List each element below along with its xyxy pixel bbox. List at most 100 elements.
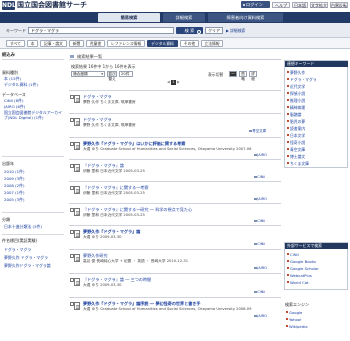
language-link[interactable]: 日本語 <box>292 2 308 8</box>
next-page-icon[interactable]: ▶ <box>177 80 180 85</box>
select-checkbox[interactable] <box>70 208 74 212</box>
engine-link-wikipedia[interactable]: Wikipedia <box>285 324 308 329</box>
search-bar: キーワード ドグラ・マグラ 検 索 クリア ▶ 詳細検索 <box>0 23 350 38</box>
facet-db-ndl-digital[interactable]: 国立国会図書館デジタルアーカイブ(NDL Digital) (1件) <box>4 110 64 120</box>
tab-accessible-search[interactable]: 障害者向け資料検索 <box>208 13 283 22</box>
result-row: 『ドグラ・マグラ』に関する一研究 ― 科学の視点で見た心 伊藤 里和 日本近代文… <box>69 203 281 225</box>
select-checkbox[interactable] <box>70 302 74 306</box>
related-keyword[interactable]: 推理小説 <box>286 98 305 104</box>
source-badge[interactable]: JAIRO <box>254 197 267 201</box>
result-meta: 高谷 優 長崎純心大学 + 紀要 ・ 英語 ・ 長崎大学 2010-12-31 <box>83 259 189 263</box>
category-articles[interactable]: 記事・論文 <box>40 40 67 47</box>
ndl-logo-icon[interactable]: NDL <box>2 1 16 10</box>
related-keyword[interactable]: 怪奇小説 <box>286 140 305 146</box>
result-row: 夢野久作研究 高谷 優 長崎純心大学 + 紀要 ・ 英語 ・ 長崎大学 2010… <box>69 249 281 273</box>
results-header: 検索結果一覧 <box>69 52 281 60</box>
display-simple-button[interactable]: 簡略 <box>239 71 247 81</box>
facet-type-digital[interactable]: デジタル資料 (1件) <box>4 82 38 88</box>
related-keyword[interactable]: 胎児の夢 <box>286 119 305 125</box>
year-title: 出版年 <box>2 161 14 166</box>
external-link-google-books[interactable]: Google Books <box>286 259 316 264</box>
facet-year-2007[interactable]: 2007 (1件) <box>4 190 25 196</box>
facet-ndc[interactable]: 日本十進分類法 (3件) <box>4 224 42 230</box>
display-detail-button[interactable]: 詳細 <box>249 71 257 81</box>
select-checkbox[interactable] <box>70 118 74 122</box>
source-badge[interactable]: CiNii <box>254 219 265 223</box>
related-keyword[interactable]: 青空文庫 <box>286 147 305 153</box>
login-button[interactable]: ログイン <box>241 1 270 8</box>
contrast-link[interactable]: 白黒反転 <box>330 2 348 8</box>
right-sidebar: 連想キーワード 夢野久作 ドグラ・マグラ 近代文学 探偵小説 推理小説 精神病理… <box>284 52 348 341</box>
facet-year-2005[interactable]: 2005 (3件) <box>4 197 25 203</box>
external-link-google-scholar[interactable]: Google Scholar <box>286 266 319 271</box>
result-meta: 夢野 久作 ちくま文庫, 筑摩書房 <box>83 100 136 104</box>
select-checkbox[interactable] <box>70 278 74 282</box>
select-checkbox[interactable] <box>70 186 74 190</box>
source-badge[interactable]: CiNii <box>254 242 265 246</box>
external-link-webcat[interactable]: WebcatPlus <box>286 273 312 278</box>
category-filter-bar: すべて 本 記事・論文 新聞 児童書 レファレンス情報 デジタル資料 その他 立… <box>0 38 350 49</box>
select-checkbox[interactable] <box>70 164 74 168</box>
engine-link-yahoo[interactable]: Yahoo! <box>285 317 302 322</box>
clear-button[interactable]: クリア <box>205 27 223 34</box>
select-checkbox[interactable] <box>70 95 74 99</box>
related-keyword[interactable]: 脳髄論 <box>286 112 301 118</box>
external-link-worldcat[interactable]: World Cat <box>286 280 309 285</box>
keyword-input[interactable]: ドグラ・マグラ <box>28 27 174 34</box>
result-meta: 大堀 ゆり Graduate School of Humanities and … <box>83 147 252 151</box>
related-keywords-box: 連想キーワード 夢野久作 ドグラ・マグラ 近代文学 探偵小説 推理小説 精神病理… <box>284 60 348 168</box>
source-badge[interactable]: JAIRO <box>254 266 267 270</box>
tab-simple-search[interactable]: 簡易検索 <box>98 13 160 22</box>
category-all[interactable]: すべて <box>6 40 25 47</box>
related-keyword[interactable]: 精神病理 <box>286 105 305 111</box>
select-checkbox[interactable] <box>70 230 74 234</box>
article-icon <box>74 164 80 172</box>
related-keyword[interactable]: 夢野久作 <box>286 70 305 76</box>
facet-subject-3[interactable]: 夢野久作ドグラ・マグラ論 <box>4 263 51 269</box>
facet-year-2008[interactable]: 2008 (2件) <box>4 183 25 189</box>
count-select[interactable]: 20件 <box>119 71 133 77</box>
related-keyword[interactable]: 近代文学 <box>286 84 305 90</box>
facet-year-2009[interactable]: 2009 (3件) <box>4 176 25 182</box>
facet-subject-2[interactable]: 夢野久作 ドグラ・マグラ <box>4 255 48 261</box>
source-badge[interactable]: CiNii <box>254 290 265 294</box>
sort-button[interactable]: 並び替え <box>107 71 117 81</box>
current-page[interactable]: 1 <box>171 80 176 85</box>
sort-select[interactable]: 適合度順 <box>71 71 105 77</box>
engine-link-google[interactable]: Google <box>285 310 302 315</box>
category-children[interactable]: 児童書 <box>86 40 105 47</box>
tab-detail-search[interactable]: 詳細検索 <box>163 13 205 22</box>
select-checkbox[interactable] <box>70 142 74 146</box>
related-keyword[interactable]: ちくま文庫 <box>286 161 309 167</box>
related-keyword[interactable]: 博士論文 <box>286 154 305 160</box>
related-keyword[interactable]: 探偵小説 <box>286 91 305 97</box>
category-digital[interactable]: デジタル資料 <box>147 40 178 47</box>
related-keyword[interactable]: 読書案内 <box>286 126 305 132</box>
select-checkbox[interactable] <box>70 254 74 258</box>
article-icon <box>74 208 80 216</box>
result-meta: 夢野 久作 ちくま文庫, 筑摩書房 <box>83 123 136 127</box>
category-reference[interactable]: レファレンス情報 <box>107 40 145 47</box>
facet-subject-1[interactable]: ドグラ・マグラ <box>4 247 31 253</box>
category-legislative[interactable]: 立法情報 <box>201 40 223 47</box>
related-keyword[interactable]: 日本文学 <box>286 133 305 139</box>
help-link[interactable]: ヘルプ <box>272 2 290 8</box>
external-link-cinii[interactable]: CiNii <box>286 252 299 257</box>
facet-year-2010[interactable]: 2010 (1件) <box>4 169 25 175</box>
font-size-link[interactable]: 文字拡大 <box>310 2 328 8</box>
external-search-title: 外部サービスで検索 <box>285 243 348 249</box>
prev-page-icon[interactable]: ◀ <box>167 80 170 85</box>
category-book[interactable]: 本 <box>27 40 38 47</box>
source-badge[interactable]: CiNii <box>254 175 265 179</box>
source-badge[interactable]: JAIRO <box>254 153 267 157</box>
search-button[interactable]: 検 索 <box>176 27 203 34</box>
source-badge[interactable]: JAIRO <box>254 314 267 318</box>
site-title[interactable]: 国立国会図書館サーチ <box>17 1 87 10</box>
result-meta: 伊藤 里和 日本近代文学 2005-03-25 <box>83 213 145 217</box>
display-list-button[interactable]: 一覧 <box>229 71 237 81</box>
related-keyword[interactable]: ドグラ・マグラ <box>286 77 317 83</box>
advanced-search-link[interactable]: ▶ 詳細検索 <box>226 28 245 34</box>
category-newspaper[interactable]: 新聞 <box>69 40 84 47</box>
category-other[interactable]: その他 <box>180 40 199 47</box>
source-badge[interactable]: 青空文庫 <box>249 129 266 134</box>
